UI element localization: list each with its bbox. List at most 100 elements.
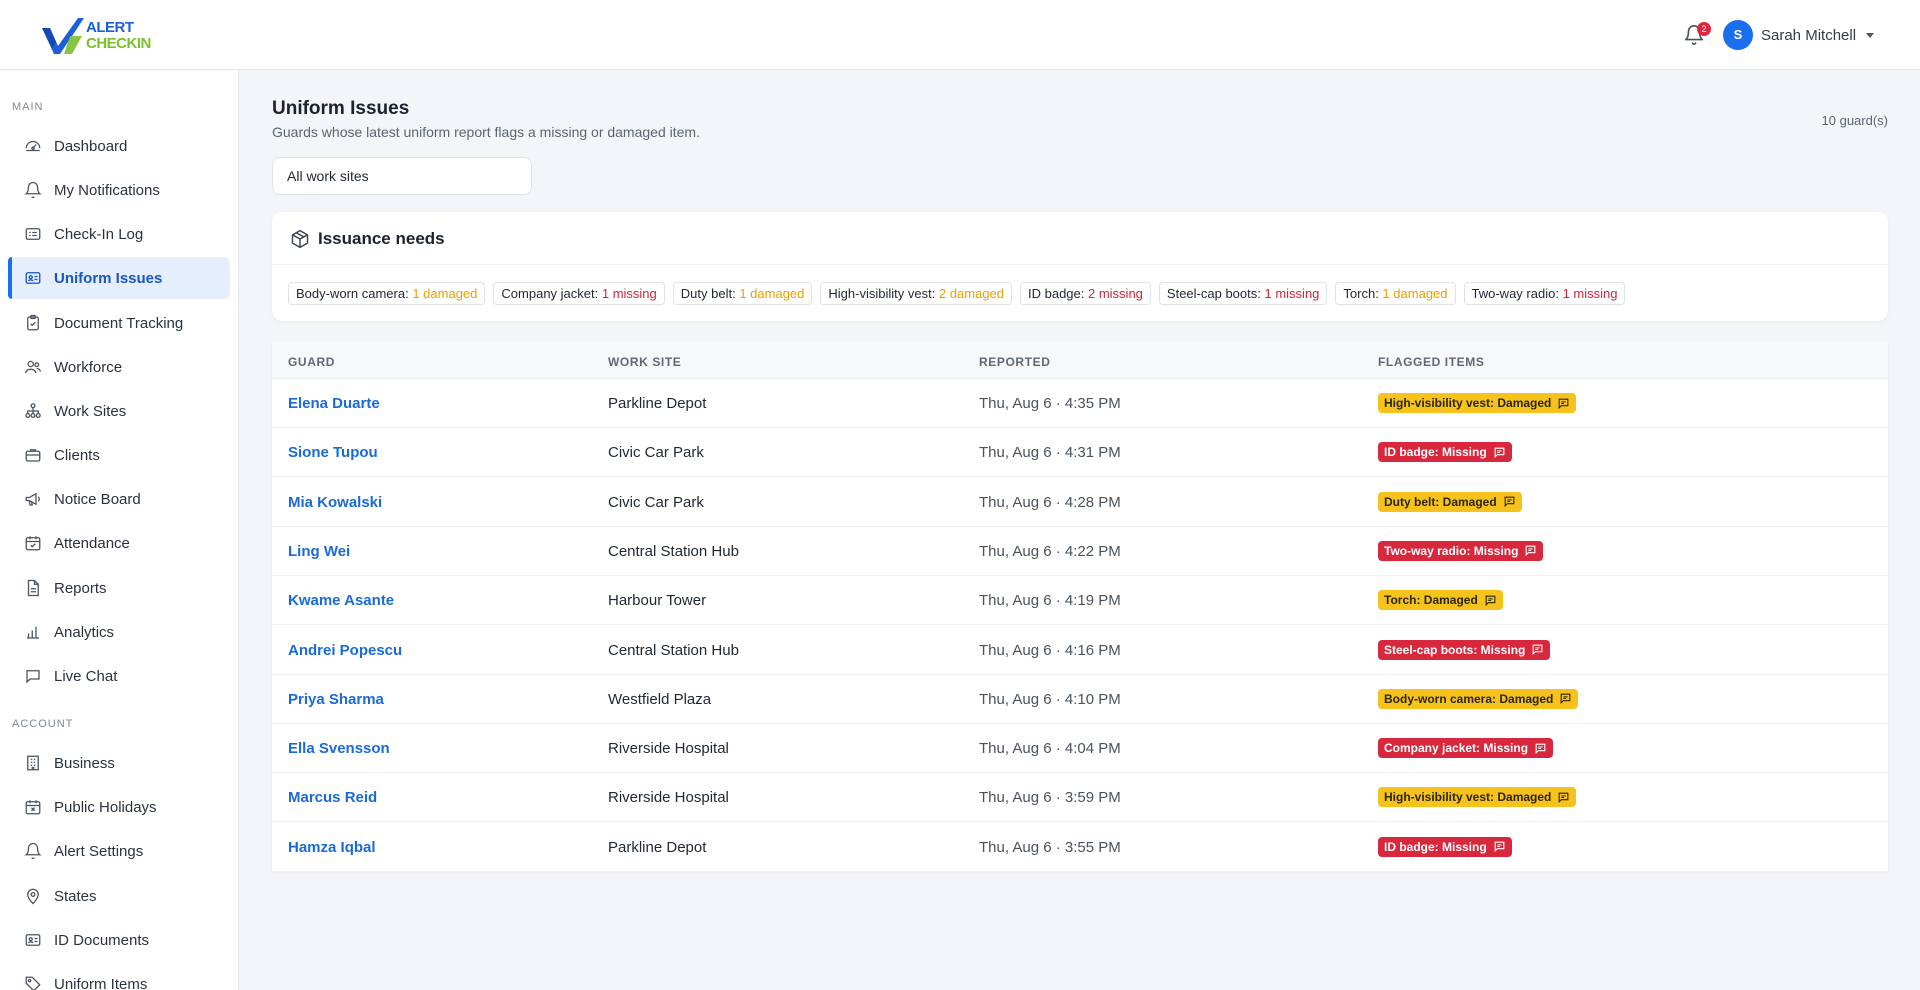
work-site-cell: Harbour Tower: [608, 592, 707, 610]
comment-icon: [1493, 446, 1506, 459]
guard-name-link[interactable]: Andrei Popescu: [288, 642, 402, 659]
sidebar-item-reports[interactable]: Reports: [8, 567, 230, 609]
sidebar-item-label: My Notifications: [54, 181, 160, 199]
sidebar-item-label: Reports: [54, 579, 107, 597]
flagged-item-badge[interactable]: Two-way radio: Missing: [1378, 540, 1544, 561]
table-row[interactable]: Ella Svensson Riverside Hospital Thu, Aug …: [272, 724, 1888, 774]
guard-name-link[interactable]: Marcus Reid: [288, 789, 377, 806]
flagged-item-badge[interactable]: Duty belt: Damaged: [1378, 491, 1522, 512]
table-row[interactable]: Sione Tupou Civic Car Park Thu, Aug 6 · 4:…: [272, 428, 1888, 478]
sidebar-item-label: Uniform Items: [54, 975, 148, 990]
sidebar-item-document-tracking[interactable]: Document Tracking: [8, 302, 230, 344]
issuance-chip: ID badge: 2 missing: [1020, 282, 1151, 305]
sidebar-item-states[interactable]: States: [8, 875, 230, 917]
table-row[interactable]: Mia Kowalski Civic Car Park Thu, Aug 6 · 4…: [272, 478, 1888, 527]
page-subtitle: Guards whose latest uniform report flags…: [272, 124, 700, 140]
work-site-filter-select[interactable]: All work sites: [272, 157, 532, 195]
comment-icon: [1534, 742, 1547, 755]
comment-icon: [1557, 791, 1570, 804]
sidebar-item-label: Work Sites: [54, 402, 127, 420]
flagged-item-badge[interactable]: ID badge: Missing: [1378, 836, 1512, 857]
sidebar-item-attendance[interactable]: Attendance: [8, 522, 230, 564]
building-icon: [24, 754, 42, 772]
guard-name-link[interactable]: Mia Kowalski: [288, 494, 382, 511]
sidebar-item-my-notifications[interactable]: My Notifications: [8, 169, 230, 211]
sidebar-item-clients[interactable]: Clients: [8, 434, 230, 476]
column-header-work-site: WORK SITE: [608, 355, 682, 369]
chip-item: High-visibility vest:: [828, 286, 936, 301]
guard-name-link[interactable]: Hamza Iqbal: [288, 839, 376, 856]
guard-name-link[interactable]: Elena Duarte: [288, 395, 380, 412]
chip-item: Company jacket:: [501, 286, 599, 301]
sidebar-item-work-sites[interactable]: Work Sites: [8, 390, 230, 432]
sidebar-item-label: Attendance: [54, 534, 130, 552]
chat-icon: [24, 667, 42, 685]
sidebar-item-analytics[interactable]: Analytics: [8, 611, 230, 653]
sidebar-item-label: Live Chat: [54, 667, 118, 685]
dashboard-icon: [24, 137, 42, 155]
table-row[interactable]: Kwame Asante Harbour Tower Thu, Aug 6 · 4:…: [272, 576, 1888, 626]
guard-name-link[interactable]: Ling Wei: [288, 543, 350, 560]
flagged-item-label: Company jacket: Missing: [1384, 741, 1529, 756]
flagged-item-label: Torch: Damaged: [1384, 593, 1478, 608]
sidebar-item-live-chat[interactable]: Live Chat: [8, 655, 230, 697]
bell-icon: [24, 842, 42, 860]
chip-amount: 1 missing: [601, 286, 657, 301]
sidebar-item-label: ID Documents: [54, 931, 150, 949]
table-row[interactable]: Ling Wei Central Station Hub Thu, Aug 6 · …: [272, 527, 1888, 576]
flagged-item-badge[interactable]: Body-worn camera: Damaged: [1378, 688, 1579, 709]
reported-time-cell: Thu, Aug 6 · 4:04 PM: [979, 740, 1121, 758]
chip-item: Torch:: [1343, 286, 1379, 301]
sidebar-item-public-holidays[interactable]: Public Holidays: [8, 786, 230, 828]
reported-time-cell: Thu, Aug 6 · 4:22 PM: [979, 542, 1121, 560]
work-site-cell: Central Station Hub: [608, 641, 739, 659]
top-bar: ALERT CHECKIN 2 S Sarah Mitchell: [0, 0, 1920, 70]
document-icon: [24, 579, 42, 597]
work-site-cell: Civic Car Park: [608, 493, 704, 511]
table-row[interactable]: Elena Duarte Parkline Depot Thu, Aug 6 · 4…: [272, 379, 1888, 428]
flagged-item-badge[interactable]: Steel-cap boots: Missing: [1378, 639, 1551, 660]
user-menu-chevron-down-icon[interactable]: [1866, 33, 1874, 38]
sidebar-item-notice-board[interactable]: Notice Board: [8, 478, 230, 520]
user-avatar[interactable]: S: [1723, 20, 1753, 50]
brand-logo[interactable]: ALERT CHECKIN: [40, 16, 160, 56]
sidebar-item-workforce[interactable]: Workforce: [8, 346, 230, 388]
flagged-item-badge[interactable]: ID badge: Missing: [1378, 442, 1512, 463]
guard-name-link[interactable]: Priya Sharma: [288, 691, 384, 708]
reported-time-cell: Thu, Aug 6 · 3:59 PM: [979, 789, 1121, 807]
guard-name-link[interactable]: Kwame Asante: [288, 592, 394, 609]
flagged-item-badge[interactable]: Company jacket: Missing: [1378, 738, 1554, 759]
flagged-item-label: Steel-cap boots: Missing: [1384, 642, 1526, 657]
chip-amount: 1 damaged: [739, 286, 805, 301]
briefcase-icon: [24, 446, 42, 464]
sidebar-item-dashboard[interactable]: Dashboard: [8, 125, 230, 167]
sidebar-item-alert-settings[interactable]: Alert Settings: [8, 830, 230, 872]
flagged-item-label: Two-way radio: Missing: [1384, 543, 1519, 558]
table-row[interactable]: Priya Sharma Westfield Plaza Thu, Aug 6 · …: [272, 675, 1888, 724]
flagged-item-badge[interactable]: High-visibility vest: Damaged: [1378, 393, 1577, 413]
map-pin-icon: [24, 887, 42, 905]
sidebar-item-label: Clients: [54, 446, 100, 464]
sidebar-item-id-documents[interactable]: ID Documents: [8, 919, 230, 961]
sidebar-item-check-in-log[interactable]: Check-In Log: [8, 213, 230, 255]
table-row[interactable]: Hamza Iqbal Parkline Depot Thu, Aug 6 · 3:…: [272, 823, 1888, 872]
table-row[interactable]: Andrei Popescu Central Station Hub Thu, Au…: [272, 626, 1888, 675]
sidebar-item-business[interactable]: Business: [8, 742, 230, 784]
sidebar-item-uniform-issues[interactable]: Uniform Issues: [8, 257, 230, 299]
work-site-cell: Civic Car Park: [608, 444, 704, 462]
card-divider: [272, 264, 1888, 265]
brand-line-1: ALERT: [86, 19, 134, 36]
log-icon: [24, 225, 42, 243]
guard-name-link[interactable]: Ella Svensson: [288, 740, 390, 757]
column-header-guard: GUARD: [288, 355, 335, 369]
table-header: GUARD WORK SITE REPORTED FLAGGED ITEMS: [272, 341, 1888, 379]
table-row[interactable]: Marcus Reid Riverside Hospital Thu, Aug 6 …: [272, 773, 1888, 823]
sidebar-item-label: Uniform Issues: [54, 269, 163, 287]
flagged-item-badge[interactable]: Torch: Damaged: [1378, 590, 1503, 611]
user-name[interactable]: Sarah Mitchell: [1761, 27, 1856, 44]
guard-name-link[interactable]: Sione Tupou: [288, 444, 378, 461]
sidebar-item-label: Workforce: [54, 358, 123, 376]
sidebar-item-uniform-items[interactable]: Uniform Items: [8, 963, 230, 990]
reported-time-cell: Thu, Aug 6 · 4:35 PM: [979, 395, 1121, 412]
flagged-item-badge[interactable]: High-visibility vest: Damaged: [1378, 787, 1577, 808]
